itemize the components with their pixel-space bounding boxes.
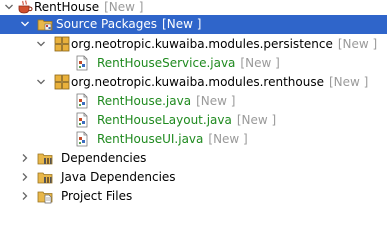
chevron-down-icon[interactable] — [4, 2, 14, 12]
tree-node-package-persistence[interactable]: org.neotropic.kuwaiba.modules.persistenc… — [0, 35, 387, 54]
java-file-label: RentHouseService.java [New ] — [97, 54, 280, 73]
dependencies-label: Dependencies — [61, 151, 147, 165]
tree-node-package-renthouse[interactable]: org.neotropic.kuwaiba.modules.renthouse [… — [0, 73, 387, 92]
tree-node-java-file[interactable]: RentHouse.java [New ] — [0, 92, 387, 111]
java-file-label: RentHouseUI.java [New ] — [97, 130, 248, 149]
new-badge: [New ] — [328, 75, 369, 89]
new-badge: [New ] — [162, 17, 202, 31]
project-files-label: Project Files — [61, 189, 133, 203]
chevron-down-icon[interactable] — [36, 77, 46, 87]
coffee-cup-project-icon — [17, 0, 33, 15]
tree-node-java-file[interactable]: RentHouseLayout.java [New ] — [0, 111, 387, 130]
java-file-label: RentHouse.java [New ] — [97, 92, 235, 111]
project-name: RentHouse — [34, 0, 100, 14]
java-file-name: RentHouseUI.java — [97, 132, 204, 146]
new-badge: [New ] — [240, 56, 280, 70]
source-folder-icon — [37, 16, 53, 32]
new-badge: [New ] — [196, 94, 236, 108]
tree-node-source-packages[interactable]: Source Packages [New ] — [0, 15, 387, 34]
chevron-down-icon[interactable] — [36, 39, 46, 49]
package-icon — [54, 74, 70, 90]
library-folder-icon — [37, 150, 53, 166]
chevron-right-icon[interactable] — [20, 153, 30, 163]
java-file-name: RentHouseLayout.java — [97, 113, 232, 127]
java-file-icon — [74, 55, 90, 71]
new-badge: [New ] — [104, 0, 144, 14]
tree-node-project-files[interactable]: Project Files — [0, 187, 387, 206]
tree-node-java-file[interactable]: RentHouseUI.java [New ] — [0, 130, 387, 149]
tree-node-java-file[interactable]: RentHouseService.java [New ] — [0, 54, 387, 73]
chevron-right-icon[interactable] — [20, 172, 30, 182]
java-file-name: RentHouse.java — [97, 94, 192, 108]
library-folder-icon — [37, 169, 53, 185]
java-file-name: RentHouseService.java — [97, 56, 236, 70]
chevron-down-icon[interactable] — [20, 19, 30, 29]
java-file-icon — [74, 131, 90, 147]
new-badge: [New ] — [236, 113, 277, 127]
package-name: org.neotropic.kuwaiba.modules.renthouse — [71, 75, 324, 89]
new-badge: [New ] — [337, 37, 378, 51]
new-badge: [New ] — [208, 132, 248, 146]
package-name: org.neotropic.kuwaiba.modules.persistenc… — [71, 37, 333, 51]
chevron-right-icon[interactable] — [20, 191, 30, 201]
package-label: org.neotropic.kuwaiba.modules.renthouse [… — [71, 73, 368, 92]
source-packages-name: Source Packages — [56, 17, 158, 31]
tree-node-java-dependencies[interactable]: Java Dependencies — [0, 168, 387, 187]
java-file-icon — [74, 93, 90, 109]
package-icon — [54, 36, 70, 52]
project-files-folder-icon — [37, 188, 53, 204]
tree-node-dependencies[interactable]: Dependencies — [0, 149, 387, 168]
java-file-label: RentHouseLayout.java [New ] — [97, 111, 276, 130]
java-file-icon — [74, 112, 90, 128]
package-label: org.neotropic.kuwaiba.modules.persistenc… — [71, 35, 377, 54]
source-packages-label: Source Packages [New ] — [56, 15, 201, 34]
java-dependencies-label: Java Dependencies — [61, 170, 176, 184]
